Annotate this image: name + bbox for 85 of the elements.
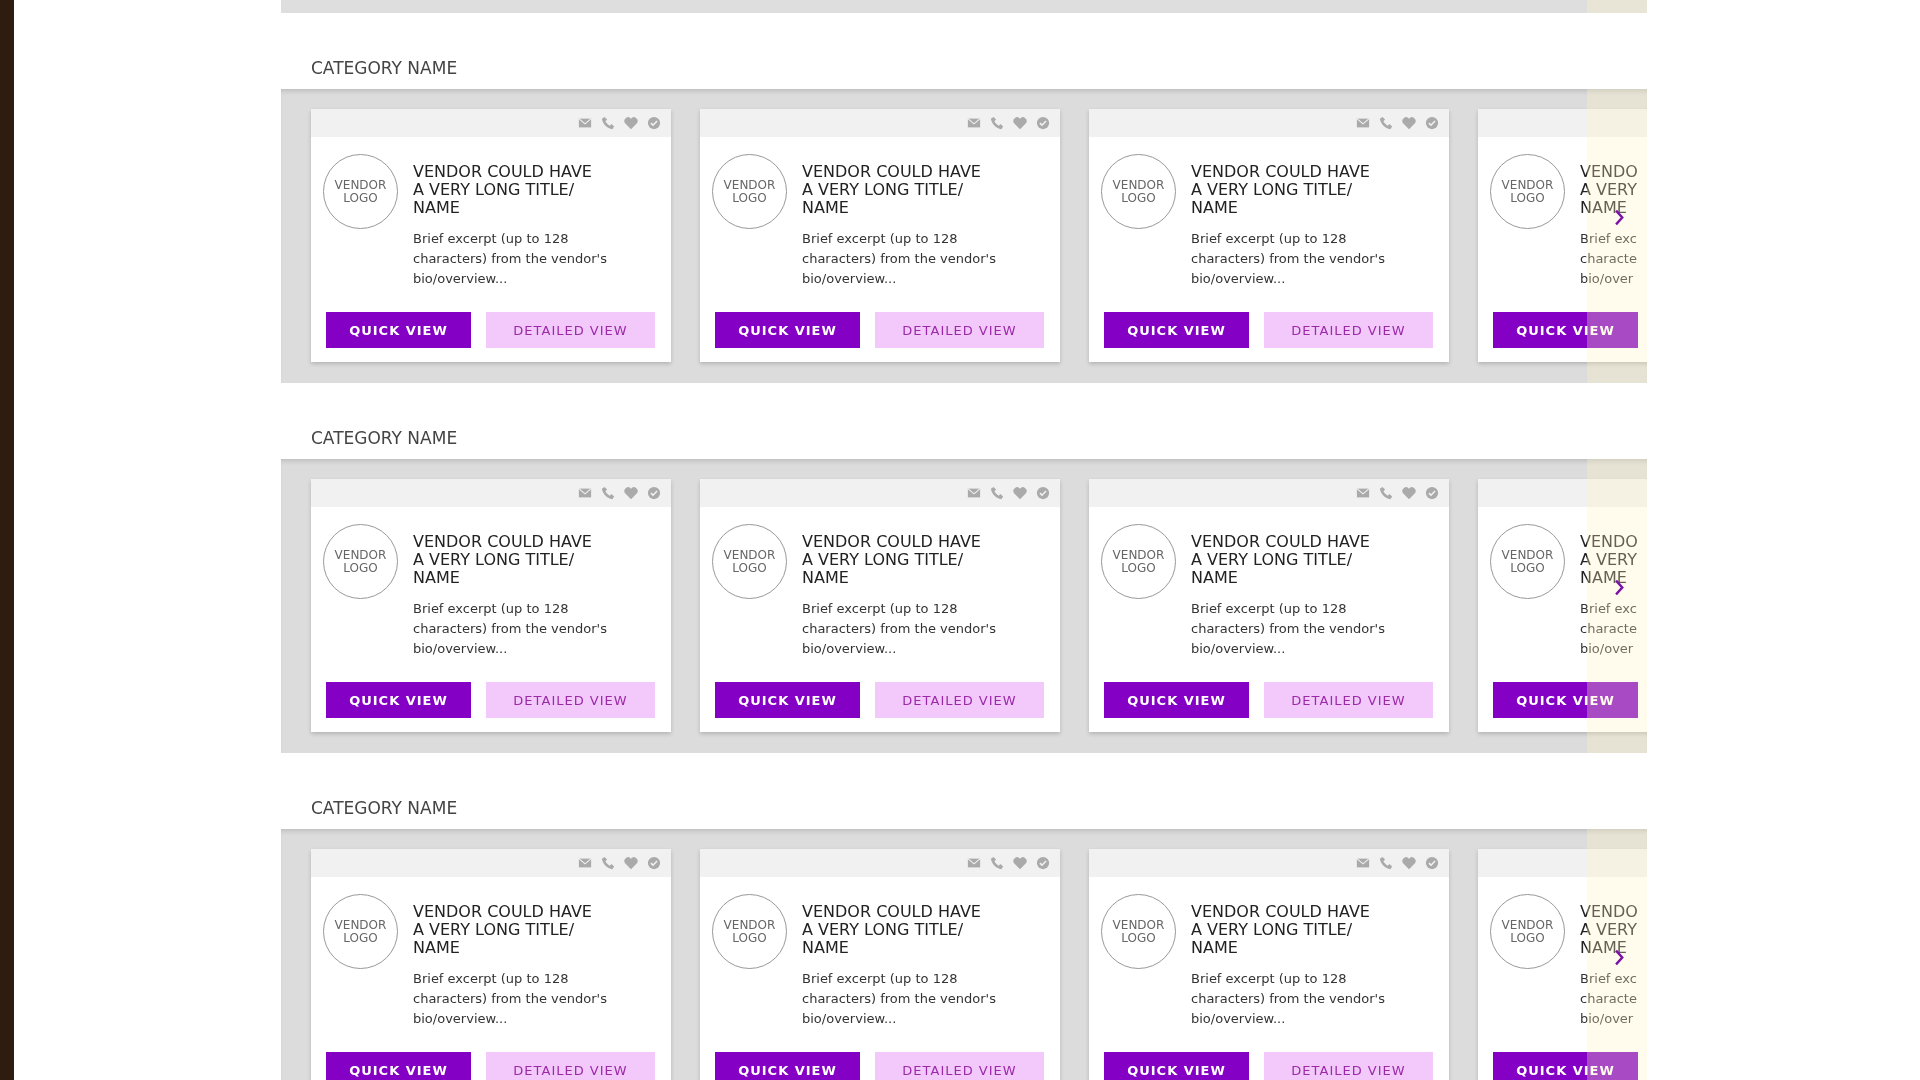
vendor-excerpt: Brief excerpt (up to 128 characters) from the vendor's bio/overview... <box>1191 230 1386 288</box>
phone-icon[interactable] <box>601 856 615 870</box>
vendor-excerpt: Brief exc characte bio/over <box>1580 230 1638 288</box>
vendor-excerpt: Brief excerpt (up to 128 characters) from the vendor's bio/overview... <box>1191 970 1386 1028</box>
heart-icon[interactable] <box>1013 856 1027 870</box>
detailed-view-button[interactable]: DETAILED VIEW <box>486 682 655 718</box>
vendor-title: VENDOR COULD HAVE A VERY LONG TITLE/ NAME <box>1191 533 1371 587</box>
phone-icon[interactable] <box>1379 856 1393 870</box>
quick-view-button[interactable]: QUICK VIEW <box>1104 682 1249 718</box>
vendor-title: VENDOR COULD HAVE A VERY LONG TITLE/ NAME <box>1191 903 1371 957</box>
envelope-icon[interactable] <box>1356 486 1370 500</box>
check-circle-icon[interactable] <box>1036 116 1050 130</box>
vendor-title: VENDOR COULD HAVE A VERY LONG TITLE/ NAME <box>413 903 593 957</box>
quick-view-button[interactable]: QUICK VIEW <box>715 1052 860 1080</box>
phone-icon[interactable] <box>990 116 1004 130</box>
vendor-excerpt: Brief exc characte bio/over <box>1580 970 1638 1028</box>
heart-icon[interactable] <box>1402 486 1416 500</box>
quick-view-button[interactable]: QUICK VIEW <box>715 312 860 348</box>
check-circle-icon[interactable] <box>1036 856 1050 870</box>
detailed-view-button[interactable]: DETAILED VIEW <box>1264 312 1433 348</box>
detailed-view-button[interactable]: DETAILED VIEW <box>1264 1052 1433 1080</box>
phone-icon[interactable] <box>1379 486 1393 500</box>
vendor-excerpt: Brief excerpt (up to 128 characters) from the vendor's bio/overview... <box>413 600 608 658</box>
heart-icon[interactable] <box>1402 856 1416 870</box>
scroll-overlay <box>1587 0 1647 13</box>
detailed-view-button[interactable]: DETAILED VIEW <box>486 312 655 348</box>
vendor-title: VENDOR COULD HAVE A VERY LONG TITLE/ NAME <box>413 533 593 587</box>
envelope-icon[interactable] <box>967 856 981 870</box>
category-title: CATEGORY NAME <box>311 798 458 818</box>
category-title: CATEGORY NAME <box>311 58 458 78</box>
vendor-title: VENDOR COULD HAVE A VERY LONG TITLE/ NAME <box>802 163 982 217</box>
vendor-excerpt: Brief excerpt (up to 128 characters) from the vendor's bio/overview... <box>802 600 997 658</box>
heart-icon[interactable] <box>1402 116 1416 130</box>
heart-icon[interactable] <box>624 856 638 870</box>
heart-icon[interactable] <box>1013 116 1027 130</box>
envelope-icon[interactable] <box>967 116 981 130</box>
detailed-view-button[interactable]: DETAILED VIEW <box>486 1052 655 1080</box>
phone-icon[interactable] <box>990 486 1004 500</box>
category-title: CATEGORY NAME <box>311 428 458 448</box>
vendor-title: VENDO A VERY NAME <box>1580 163 1639 217</box>
quick-view-button[interactable]: QUICK VIEW <box>1493 682 1638 718</box>
heart-icon[interactable] <box>624 116 638 130</box>
vendor-title: VENDO A VERY NAME <box>1580 903 1639 957</box>
heart-icon[interactable] <box>1013 486 1027 500</box>
envelope-icon[interactable] <box>1356 856 1370 870</box>
envelope-icon[interactable] <box>578 116 592 130</box>
detailed-view-button[interactable]: DETAILED VIEW <box>875 1052 1044 1080</box>
vendor-excerpt: Brief excerpt (up to 128 characters) from the vendor's bio/overview... <box>802 970 997 1028</box>
quick-view-button[interactable]: QUICK VIEW <box>326 1052 471 1080</box>
vendor-title: VENDOR COULD HAVE A VERY LONG TITLE/ NAME <box>1191 163 1371 217</box>
vendor-excerpt: Brief exc characte bio/over <box>1580 600 1638 658</box>
check-circle-icon[interactable] <box>647 116 661 130</box>
check-circle-icon[interactable] <box>647 486 661 500</box>
vendor-title: VENDOR COULD HAVE A VERY LONG TITLE/ NAME <box>413 163 593 217</box>
check-circle-icon[interactable] <box>647 856 661 870</box>
vendor-excerpt: Brief excerpt (up to 128 characters) from the vendor's bio/overview... <box>1191 600 1386 658</box>
detailed-view-button[interactable]: DETAILED VIEW <box>1264 682 1433 718</box>
quick-view-button[interactable]: QUICK VIEW <box>1493 312 1638 348</box>
envelope-icon[interactable] <box>1356 116 1370 130</box>
phone-icon[interactable] <box>990 856 1004 870</box>
quick-view-button[interactable]: QUICK VIEW <box>1104 1052 1249 1080</box>
quick-view-button[interactable]: QUICK VIEW <box>1493 1052 1638 1080</box>
heart-icon[interactable] <box>624 486 638 500</box>
envelope-icon[interactable] <box>578 486 592 500</box>
check-circle-icon[interactable] <box>1036 486 1050 500</box>
check-circle-icon[interactable] <box>1425 856 1439 870</box>
vendor-excerpt: Brief excerpt (up to 128 characters) from the vendor's bio/overview... <box>413 230 608 288</box>
check-circle-icon[interactable] <box>1425 116 1439 130</box>
envelope-icon[interactable] <box>967 486 981 500</box>
check-circle-icon[interactable] <box>1425 486 1439 500</box>
vendor-title: VENDOR COULD HAVE A VERY LONG TITLE/ NAME <box>802 903 982 957</box>
detailed-view-button[interactable]: DETAILED VIEW <box>875 312 1044 348</box>
vendor-excerpt: Brief excerpt (up to 128 characters) from the vendor's bio/overview... <box>413 970 608 1028</box>
envelope-icon[interactable] <box>578 856 592 870</box>
quick-view-button[interactable]: QUICK VIEW <box>1104 312 1249 348</box>
vendor-title: VENDO A VERY NAME <box>1580 533 1639 587</box>
vendor-excerpt: Brief excerpt (up to 128 characters) from the vendor's bio/overview... <box>802 230 997 288</box>
phone-icon[interactable] <box>601 116 615 130</box>
phone-icon[interactable] <box>601 486 615 500</box>
quick-view-button[interactable]: QUICK VIEW <box>326 682 471 718</box>
quick-view-button[interactable]: QUICK VIEW <box>326 312 471 348</box>
detailed-view-button[interactable]: DETAILED VIEW <box>875 682 1044 718</box>
quick-view-button[interactable]: QUICK VIEW <box>715 682 860 718</box>
vendor-title: VENDOR COULD HAVE A VERY LONG TITLE/ NAME <box>802 533 982 587</box>
phone-icon[interactable] <box>1379 116 1393 130</box>
